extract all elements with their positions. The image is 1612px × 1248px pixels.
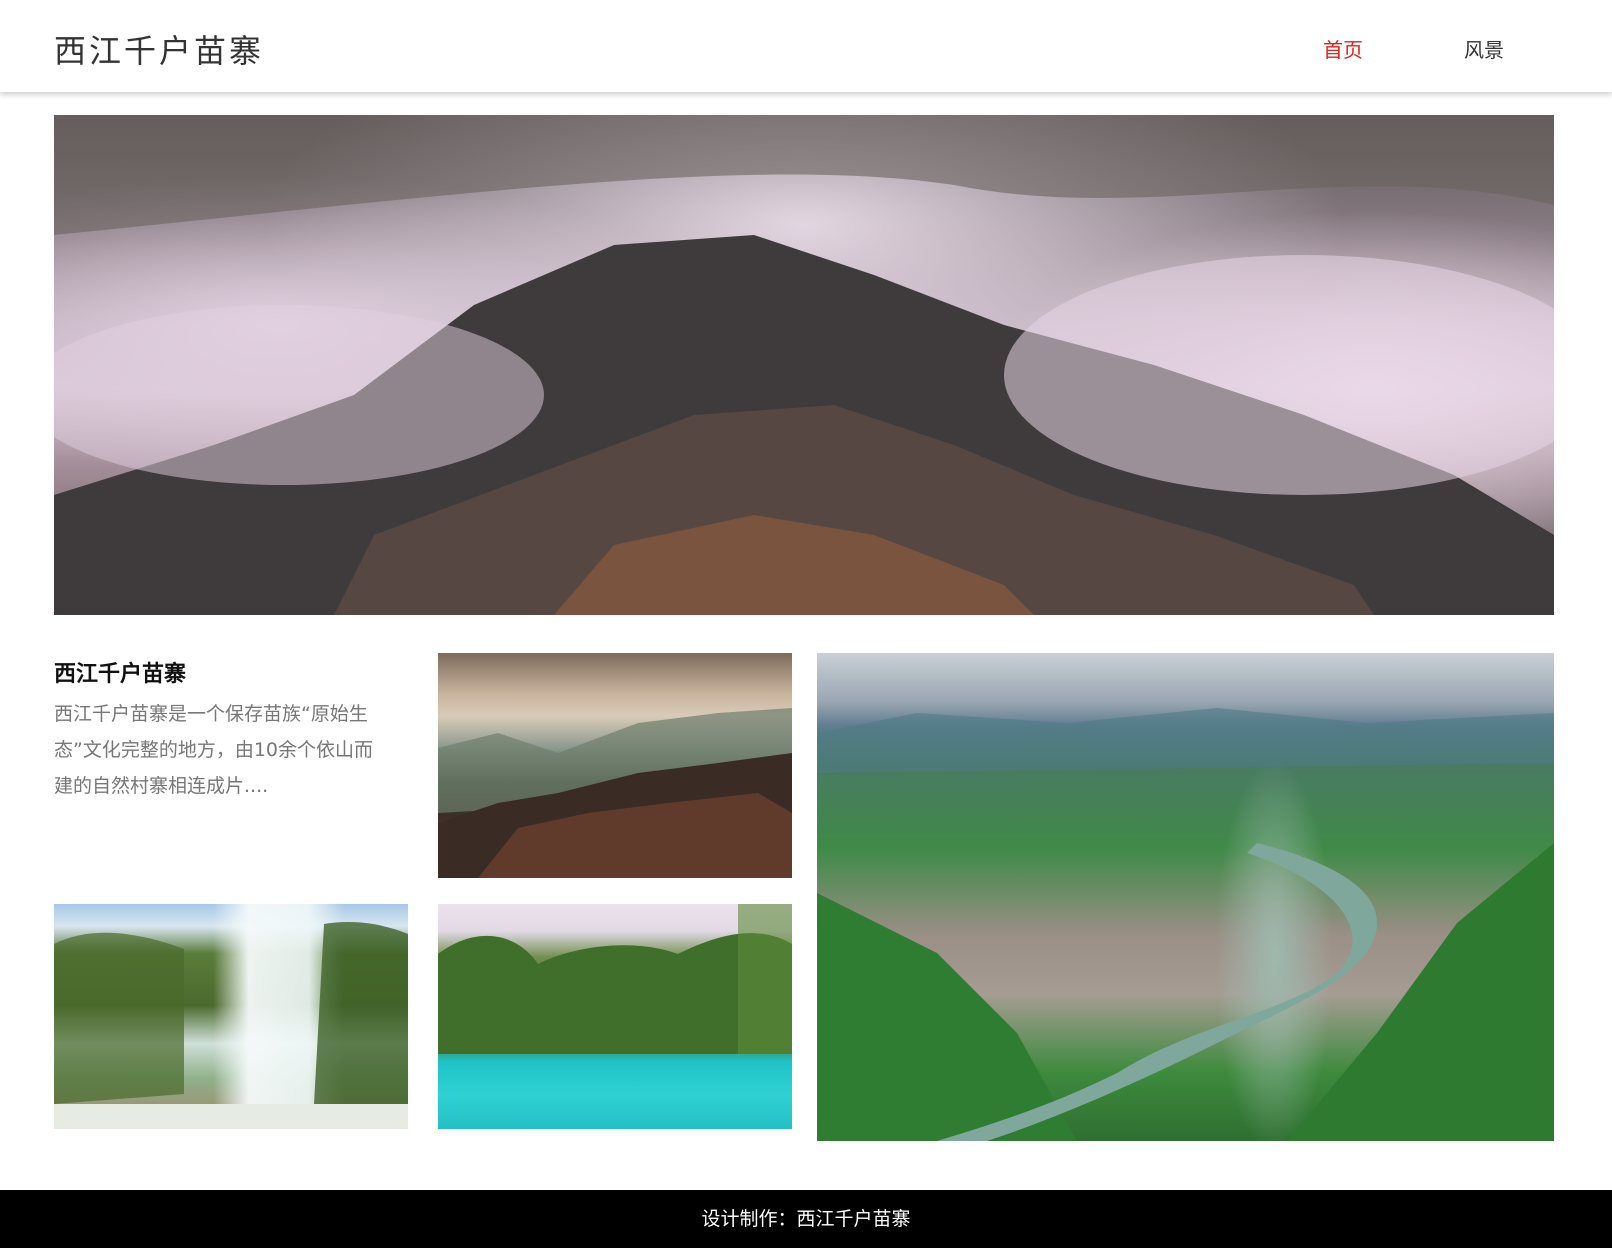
waterfall-photo[interactable] <box>54 904 408 1129</box>
river-town-aerial-photo[interactable] <box>817 653 1554 1141</box>
nav-item-scenery[interactable]: 风景 <box>1464 34 1504 63</box>
intro-title: 西江千户苗寨 <box>54 662 187 687</box>
site-header: 西江千户苗寨 首页 风景 <box>0 0 1612 92</box>
village-photo[interactable] <box>438 653 792 878</box>
turquoise-lake-photo[interactable] <box>438 904 792 1129</box>
site-footer: 设计制作：西江千户苗寨 <box>0 1190 1612 1248</box>
lake-illustration <box>438 904 792 1054</box>
village-illustration <box>438 708 792 878</box>
hero-banner-image <box>54 115 1554 615</box>
waterfall-illustration <box>54 922 408 1129</box>
site-title[interactable]: 西江千户苗寨 <box>54 26 264 72</box>
misty-village-illustration <box>54 115 1554 615</box>
intro-description: 西江千户苗寨是一个保存苗族“原始生态”文化完整的地方，由10余个依山而建的自然村… <box>54 703 374 797</box>
river-town-illustration <box>817 708 1554 1141</box>
nav-item-home[interactable]: 首页 <box>1323 34 1363 63</box>
